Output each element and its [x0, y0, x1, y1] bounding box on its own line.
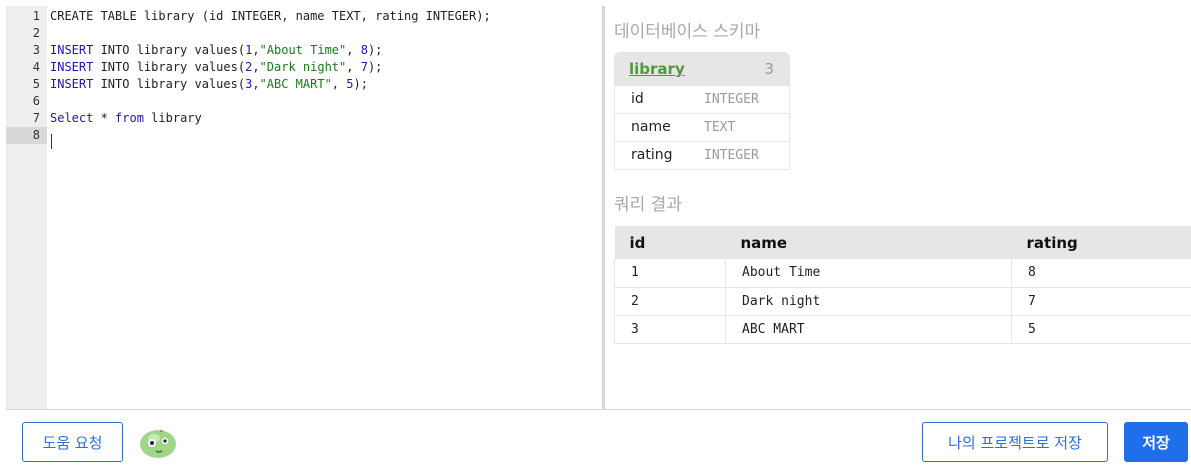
sql-number: 7	[360, 60, 368, 74]
panel-splitter[interactable]	[602, 6, 605, 409]
result-cell: About Time	[725, 259, 1012, 288]
sql-text: ,	[346, 43, 361, 57]
result-cell: Dark night	[725, 287, 1012, 316]
sql-text: );	[367, 43, 383, 57]
result-header-cell: rating	[1011, 226, 1191, 259]
schema-column-row: id INTEGER	[614, 86, 790, 114]
line-number: 5	[32, 77, 40, 91]
schema-panel-title: 데이터베이스 스키마	[614, 22, 761, 42]
code-line[interactable]: CREATE TABLE library (id INTEGER, name T…	[50, 8, 491, 25]
sql-text: ,	[346, 60, 361, 74]
result-cell: 8	[1011, 259, 1191, 288]
result-cell: 1	[614, 259, 726, 288]
text-cursor	[51, 134, 52, 149]
help-request-button[interactable]: 도움 요청	[22, 422, 123, 462]
sql-text: ,	[252, 43, 260, 57]
result-cell: 2	[614, 287, 726, 316]
sql-text: *	[93, 111, 116, 125]
sql-keyword: INSERT	[50, 77, 94, 91]
schema-column-name: rating	[631, 147, 673, 163]
schema-column-count: 3	[764, 60, 774, 78]
result-header-cell: name	[725, 226, 1012, 259]
sql-text: ,	[331, 77, 347, 91]
code-line[interactable]: INSERT INTO library values(2,"Dark night…	[50, 59, 382, 76]
mascot-icon[interactable]	[138, 424, 180, 460]
result-header-row: id name rating	[614, 226, 1191, 259]
sql-text: INTO library values(	[93, 60, 246, 74]
schema-column-row: rating INTEGER	[614, 142, 790, 170]
code-line[interactable]: Select * from library	[50, 110, 202, 127]
line-number: 7	[32, 111, 40, 125]
schema-table-card: library 3 id INTEGER name TEXT rating IN…	[614, 52, 790, 170]
sql-text: library	[143, 111, 202, 125]
sql-text: CREATE TABLE library (id INTEGER, name T…	[50, 9, 491, 23]
save-button[interactable]: 저장	[1124, 422, 1188, 462]
schema-column-type: TEXT	[704, 120, 736, 135]
line-number-active: 8	[6, 127, 47, 144]
sql-keyword: INSERT	[50, 60, 94, 74]
schema-column-row: name TEXT	[614, 114, 790, 142]
result-cell: 5	[1011, 315, 1191, 344]
sql-keyword: from	[115, 111, 144, 125]
sql-text: ,	[252, 77, 260, 91]
sql-text: );	[367, 60, 383, 74]
schema-column-name: id	[631, 91, 644, 107]
query-result-table: id name rating 1 About Time 8 2 Dark nig…	[614, 226, 1191, 344]
sql-string: "About Time"	[259, 43, 347, 57]
code-line[interactable]: INSERT INTO library values(3,"ABC MART",…	[50, 76, 368, 93]
result-row: 1 About Time 8	[614, 259, 1191, 288]
line-number: 6	[32, 94, 40, 108]
schema-column-type: INTEGER	[704, 92, 759, 107]
query-result-title: 쿼리 결과	[614, 195, 682, 215]
sql-text: INTO library values(	[93, 77, 246, 91]
schema-table-name-link[interactable]: library	[629, 60, 685, 78]
result-cell: 3	[614, 315, 726, 344]
sql-number: 8	[360, 43, 368, 57]
sql-text: ,	[252, 60, 260, 74]
sql-text: );	[353, 77, 368, 91]
line-number: 2	[32, 26, 40, 40]
bottom-toolbar: 도움 요청 나의 프로젝트로 저장 저장	[6, 409, 1191, 471]
sql-keyword: INSERT	[50, 43, 94, 57]
sql-string: "ABC MART"	[259, 77, 332, 91]
schema-table-header: library 3	[614, 52, 790, 86]
result-row: 2 Dark night 7	[614, 287, 1191, 316]
sql-text: INTO library values(	[93, 43, 246, 57]
line-number: 1	[32, 9, 40, 23]
line-number-gutter: 1 2 3 4 5 6 7 8	[6, 6, 47, 409]
schema-column-type: INTEGER	[704, 148, 759, 163]
schema-column-name: name	[631, 119, 671, 135]
result-cell: ABC MART	[725, 315, 1012, 344]
sql-keyword: Select	[50, 111, 94, 125]
sql-string: "Dark night"	[259, 60, 347, 74]
result-cell: 7	[1011, 287, 1191, 316]
line-number: 4	[32, 60, 40, 74]
code-line[interactable]: INSERT INTO library values(1,"About Time…	[50, 42, 382, 59]
sql-editor[interactable]: 1 2 3 4 5 6 7 8 CREATE TABLE library (id…	[6, 6, 602, 409]
save-to-my-project-button[interactable]: 나의 프로젝트로 저장	[922, 422, 1108, 462]
result-row: 3 ABC MART 5	[614, 315, 1191, 344]
line-number: 3	[32, 43, 40, 57]
result-header-cell: id	[614, 226, 726, 259]
